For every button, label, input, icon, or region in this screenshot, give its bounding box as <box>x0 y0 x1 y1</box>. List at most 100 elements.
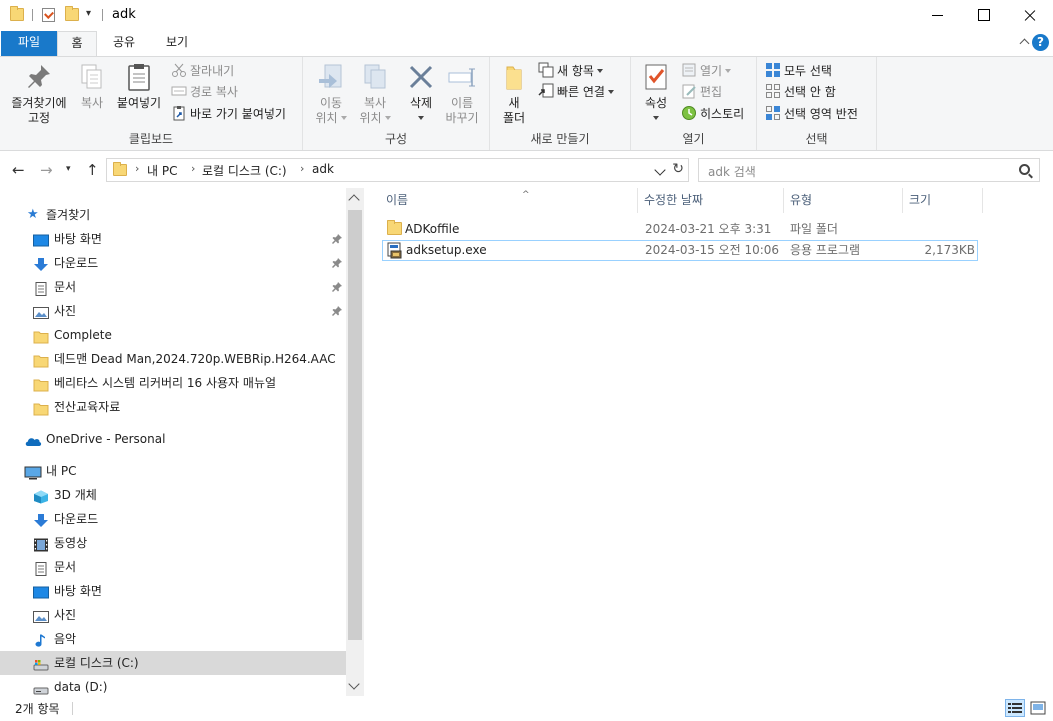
large-icons-view-button[interactable] <box>1028 699 1048 717</box>
nav-item[interactable]: 음악 <box>0 627 346 651</box>
breadcrumb-separator[interactable]: › <box>135 162 139 175</box>
move-to-button[interactable]: 이동 위치 <box>309 61 353 126</box>
up-button[interactable]: ↑ <box>86 161 99 179</box>
folder-icon <box>33 328 49 344</box>
copy-to-icon <box>359 61 391 93</box>
copy-button[interactable]: 복사 <box>74 61 110 111</box>
pin-label: 즐겨찾기에 고정 <box>11 96 67 125</box>
pin-icon[interactable] <box>332 258 342 268</box>
nav-onedrive[interactable]: OneDrive - Personal <box>0 427 346 451</box>
file-row[interactable]: ADKoffile 2024-03-21 오후 3:31 파일 폴더 <box>382 219 978 240</box>
breadcrumb-separator[interactable]: › <box>191 162 195 175</box>
chevron-down-icon[interactable] <box>654 164 666 176</box>
navigation-pane: ★ 즐겨찾기 바탕 화면 다운로드 문서 사진 Complete 데드맨 Dead Man… <box>0 188 364 696</box>
recent-locations-button[interactable]: ▾ <box>66 164 71 174</box>
paste-button[interactable]: 붙여넣기 <box>113 61 165 111</box>
ribbon-tabs: 파일 홈 공유 보기 ? <box>0 31 1053 57</box>
pin-to-quick-access-button[interactable]: 즐겨찾기에 고정 <box>4 61 74 126</box>
copy-path-icon <box>171 83 187 99</box>
cut-button[interactable]: 잘라내기 <box>171 61 234 81</box>
copy-icon <box>76 61 108 93</box>
easy-access-button[interactable]: 빠른 연결 <box>538 82 614 102</box>
nav-item[interactable]: 사진 <box>0 299 346 323</box>
new-folder-button[interactable]: 새 폴더 <box>496 61 532 126</box>
back-button[interactable]: ← <box>12 161 25 179</box>
nav-item[interactable]: 바탕 화면 <box>0 579 346 603</box>
nav-item[interactable]: 베리타스 시스템 리커버리 16 사용자 매뉴얼 <box>0 371 346 395</box>
breadcrumb-adk[interactable]: adk <box>312 162 334 176</box>
nav-quick-access[interactable]: ★ 즐겨찾기 <box>0 203 346 227</box>
new-item-label: 새 항목 <box>557 64 594 78</box>
nav-item[interactable]: Complete <box>0 323 346 347</box>
copy-to-button[interactable]: 복사 위치 <box>353 61 397 126</box>
address-bar[interactable]: › 내 PC › 로컬 디스크 (C:) › adk ↻ <box>106 158 689 182</box>
search-input[interactable]: adk 검색 <box>708 163 756 180</box>
column-header-size[interactable]: 크기 <box>903 188 983 213</box>
quick-access-dropdown[interactable]: ▾ <box>86 8 91 19</box>
file-row[interactable]: adksetup.exe 2024-03-15 오전 10:06 응용 프로그램… <box>382 240 978 261</box>
nav-item[interactable]: 다운로드 <box>0 507 346 531</box>
search-icon[interactable] <box>1019 164 1030 175</box>
rename-button[interactable]: 이름 바꾸기 <box>441 61 483 126</box>
invert-selection-button[interactable]: 선택 영역 반전 <box>765 104 858 124</box>
nav-item[interactable]: 동영상 <box>0 531 346 555</box>
properties-icon[interactable] <box>42 8 55 22</box>
nav-label: 사진 <box>54 608 77 622</box>
help-icon[interactable]: ? <box>1032 34 1049 51</box>
details-view-button[interactable] <box>1005 699 1025 717</box>
search-box[interactable]: adk 검색 <box>698 158 1040 182</box>
edit-button[interactable]: 편집 <box>681 82 722 102</box>
refresh-icon[interactable]: ↻ <box>672 161 684 177</box>
scroll-up-icon[interactable] <box>348 194 360 206</box>
nav-item[interactable]: 다운로드 <box>0 251 346 275</box>
new-folder-icon[interactable] <box>65 6 79 21</box>
tab-share[interactable]: 공유 <box>101 31 147 56</box>
nav-this-pc[interactable]: 내 PC <box>0 459 346 483</box>
scroll-down-icon[interactable] <box>348 678 360 690</box>
tab-file[interactable]: 파일 <box>1 31 57 56</box>
nav-item[interactable]: 전산교육자료 <box>0 395 346 419</box>
nav-label: 베리타스 시스템 리커버리 16 사용자 매뉴얼 <box>54 376 277 390</box>
nav-label: OneDrive - Personal <box>46 432 166 446</box>
nav-item[interactable]: 문서 <box>0 555 346 579</box>
close-button[interactable] <box>1007 0 1053 31</box>
nav-item[interactable]: 사진 <box>0 603 346 627</box>
properties-button[interactable]: 속성 <box>637 61 675 126</box>
nav-item[interactable]: 문서 <box>0 275 346 299</box>
group-label: 새로 만들기 <box>530 132 590 146</box>
select-none-button[interactable]: 선택 안 함 <box>765 82 836 102</box>
scroll-thumb[interactable] <box>348 210 362 640</box>
select-all-button[interactable]: 모두 선택 <box>765 61 832 81</box>
tab-view[interactable]: 보기 <box>153 31 201 56</box>
history-button[interactable]: 히스토리 <box>681 104 744 124</box>
column-header-type[interactable]: 유형 <box>784 188 903 213</box>
nav-scrollbar[interactable] <box>346 188 364 696</box>
forward-button[interactable]: → <box>40 161 53 179</box>
nav-item[interactable]: 데드맨 Dead Man,2024.720p.WEBRip.H264.AAC <box>0 347 346 371</box>
pin-icon[interactable] <box>332 306 342 316</box>
breadcrumb-this-pc[interactable]: 내 PC <box>147 162 177 179</box>
nav-item[interactable]: 3D 개체 <box>0 483 346 507</box>
divider <box>72 702 73 715</box>
delete-label: 삭제 <box>409 96 433 110</box>
new-item-button[interactable]: 새 항목 <box>538 61 603 81</box>
pin-icon[interactable] <box>332 234 342 244</box>
tab-home[interactable]: 홈 <box>57 31 97 57</box>
chevron-up-icon[interactable] <box>1019 37 1029 47</box>
nav-item[interactable]: 바탕 화면 <box>0 227 346 251</box>
pin-icon[interactable] <box>332 282 342 292</box>
open-button[interactable]: 열기 <box>681 61 732 81</box>
column-header-name[interactable]: 이름 ^ <box>380 188 638 213</box>
open-icon <box>681 62 697 78</box>
breadcrumb-local-disk[interactable]: 로컬 디스크 (C:) <box>202 162 287 179</box>
minimize-button[interactable] <box>915 0 961 31</box>
delete-button[interactable]: 삭제 <box>401 61 441 126</box>
music-icon <box>33 632 49 647</box>
nav-item[interactable]: 로컬 디스크 (C:) <box>0 651 346 675</box>
column-header-date[interactable]: 수정한 날짜 <box>638 188 784 213</box>
maximize-button[interactable] <box>961 0 1007 31</box>
copy-path-button[interactable]: 경로 복사 <box>171 82 238 102</box>
sort-ascending-icon: ^ <box>522 190 530 200</box>
breadcrumb-separator[interactable]: › <box>300 162 304 175</box>
paste-shortcut-button[interactable]: 바로 가기 붙여넣기 <box>171 104 286 124</box>
